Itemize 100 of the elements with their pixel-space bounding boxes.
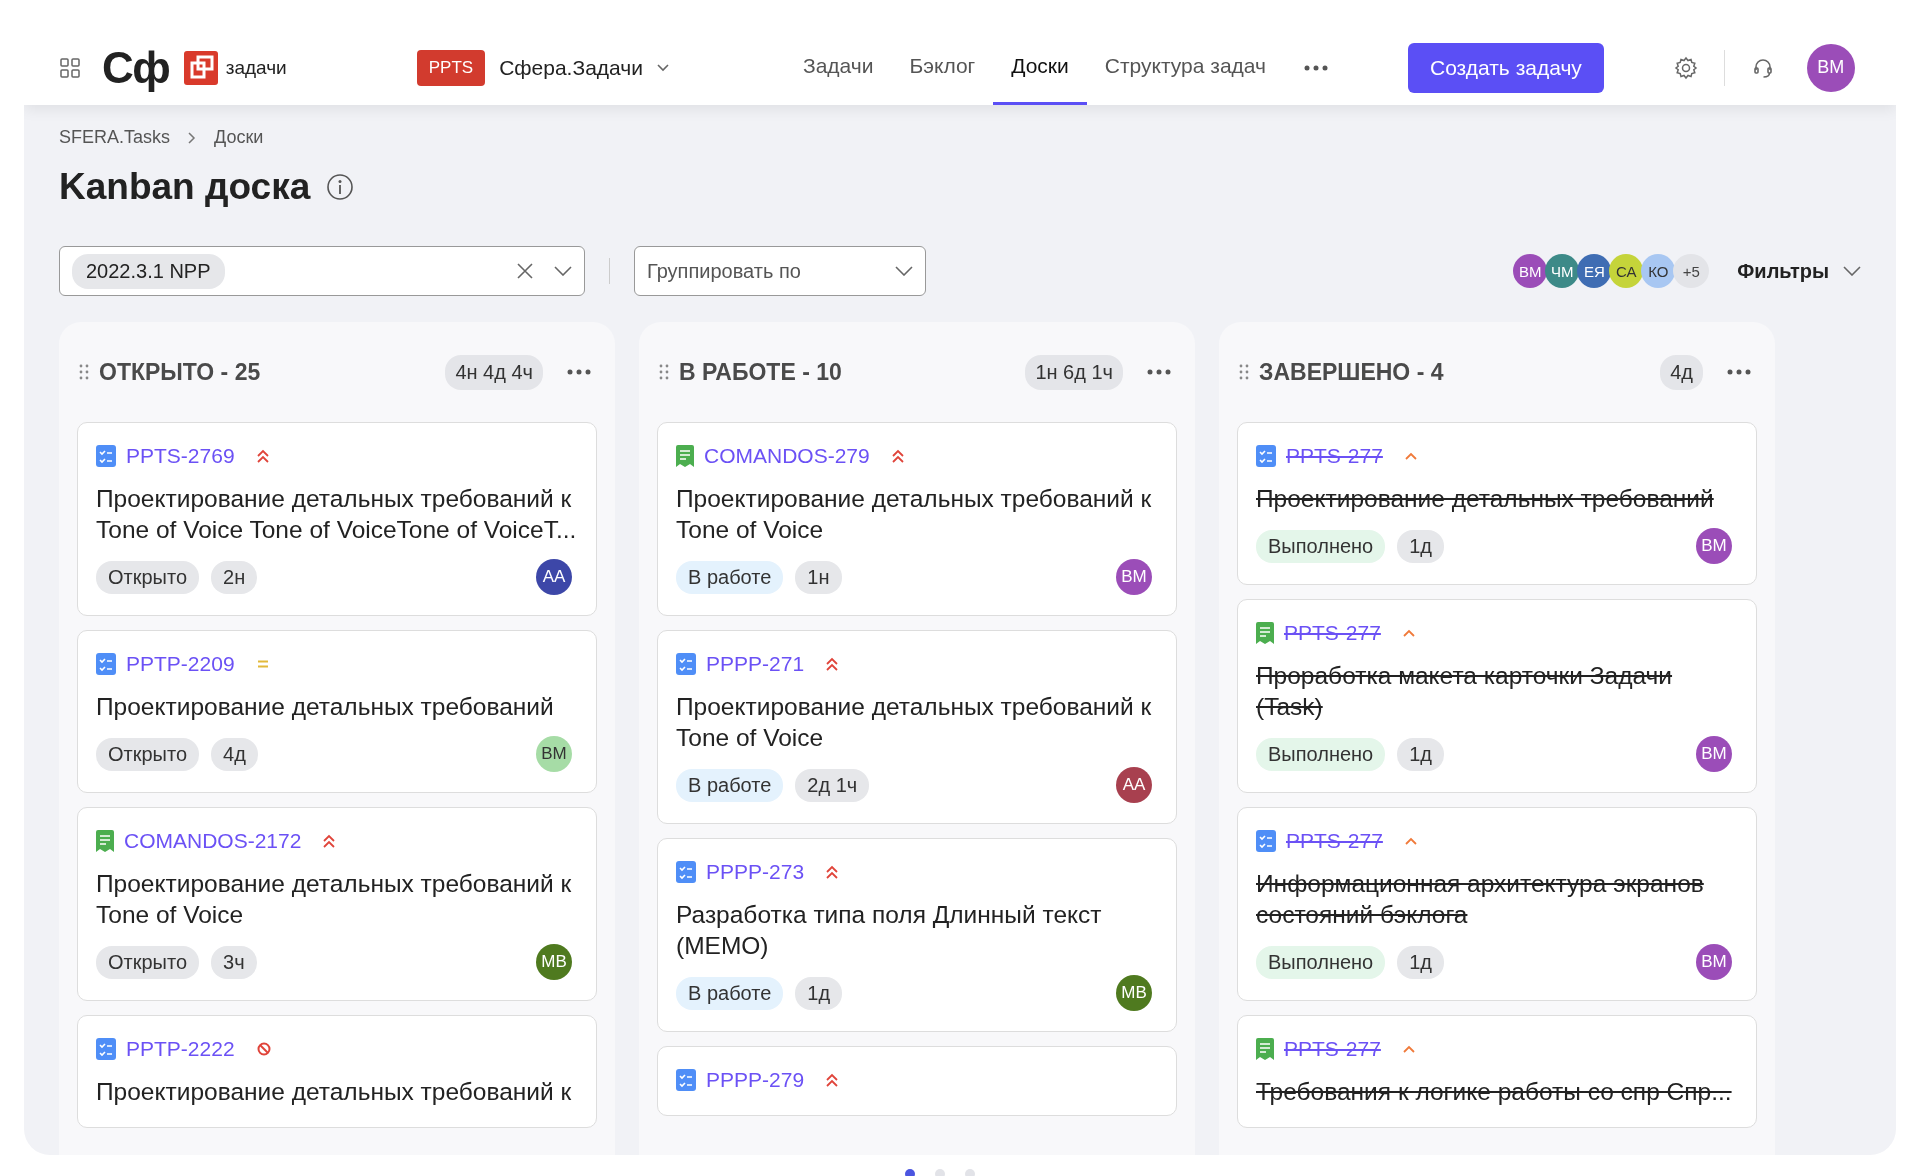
more-icon[interactable] xyxy=(1727,369,1751,375)
task-card[interactable]: PPTS-277 Требования к логике работы со спр Спр... xyxy=(1237,1015,1757,1128)
breadcrumb-link[interactable]: SFERA.Tasks xyxy=(59,127,171,148)
drag-handle-icon[interactable] xyxy=(1239,364,1249,380)
task-title: Проработка макета карточки Задачи (Task) xyxy=(1256,661,1674,722)
checklist-icon xyxy=(676,861,696,883)
blocked-icon xyxy=(256,1042,271,1056)
double-chevron-up-icon xyxy=(256,449,269,463)
more-icon[interactable] xyxy=(1304,64,1328,71)
task-title: Проектирование детальных требований к Tone of Voice xyxy=(676,484,1153,545)
double-chevron-up-icon xyxy=(826,657,839,671)
breadcrumb-current: Доски xyxy=(214,127,264,148)
task-key-link[interactable]: COMANDOS-2172 xyxy=(124,829,302,853)
column-total-time: 1н 6д 1ч xyxy=(1025,354,1123,390)
task-card[interactable]: PPPP-271 Проектирование детальных требований к Tone of Voice В работе 2д 1ч АА xyxy=(657,630,1177,824)
nav-tab[interactable]: Структура задач xyxy=(1086,30,1284,105)
assignee-avatar: ВМ xyxy=(1696,944,1732,980)
assignee-avatar[interactable]: СА xyxy=(1609,254,1644,288)
task-card[interactable]: PPTP-2209 Проектирование детальных требований Открыто 4д ВМ xyxy=(77,630,597,793)
task-key-link[interactable]: PPPP-279 xyxy=(706,1068,805,1092)
project-selector[interactable]: Сфера.Задачи xyxy=(499,55,643,80)
assignee-avatar: АА xyxy=(1116,767,1152,803)
task-title: Информационная архитектура экранов состояний бэклога xyxy=(1256,869,1705,930)
assignee-avatar[interactable]: ВМ xyxy=(1513,254,1548,288)
estimate-tag: 3ч xyxy=(211,945,257,979)
chevron-down-icon[interactable] xyxy=(554,266,572,276)
equals-icon xyxy=(256,660,269,668)
assignee-avatar[interactable]: ЕЯ xyxy=(1577,254,1612,288)
status-tag: Открыто xyxy=(96,945,200,979)
task-title: Проектирование детальных требований к xyxy=(96,1077,573,1107)
apps-grid-icon[interactable] xyxy=(60,57,80,78)
assignee-avatar: ВМ xyxy=(1696,736,1732,772)
assignee-avatar: ВМ xyxy=(536,736,572,772)
task-card[interactable]: COMANDOS-279 Проектирование детальных требований к Tone of Voice В работе 1н ВМ xyxy=(657,422,1177,616)
more-icon[interactable] xyxy=(1147,369,1171,375)
task-key-link[interactable]: PPPP-273 xyxy=(706,860,805,884)
status-tag: В работе xyxy=(676,560,784,594)
double-chevron-up-icon xyxy=(891,449,904,463)
assignee-avatar[interactable]: КО xyxy=(1641,254,1676,288)
chevron-down-icon[interactable] xyxy=(1843,266,1861,276)
product-logo-icon xyxy=(183,50,218,85)
create-task-button[interactable]: Создать задачу xyxy=(1408,42,1604,93)
chevron-down-icon[interactable] xyxy=(656,63,669,72)
task-key-link[interactable]: PPTS-277 xyxy=(1284,621,1381,645)
estimate-tag: 1д xyxy=(1397,737,1445,771)
chevron-up-icon xyxy=(1404,452,1417,460)
task-card[interactable]: PPTS-2769 Проектирование детальных требований к Tone of Voice Tone of VoiceTone of VoiceT... Открыто 2н АА xyxy=(77,422,597,616)
task-card[interactable]: PPPP-273 Разработка типа поля Длинный текст (MEMO) В работе 1д МВ xyxy=(657,838,1177,1032)
task-title: Требования к логике работы со спр Спр... xyxy=(1256,1077,1733,1107)
page-dot[interactable] xyxy=(965,1169,975,1176)
group-by-select[interactable]: Группировать по xyxy=(634,246,926,296)
task-key-link[interactable]: PPTP-2222 xyxy=(126,1037,235,1061)
task-key-link[interactable]: PPTS-2769 xyxy=(126,444,235,468)
drag-handle-icon[interactable] xyxy=(659,364,669,380)
status-tag: В работе xyxy=(676,976,784,1010)
chevron-down-icon xyxy=(895,266,913,276)
drag-handle-icon[interactable] xyxy=(79,364,89,380)
task-card[interactable]: PPTS-277 Проектирование детальных требований Выполнено 1д ВМ xyxy=(1237,422,1757,585)
task-card[interactable]: PPPP-279 xyxy=(657,1046,1177,1116)
task-title: Проектирование детальных требований к Tone of Voice Tone of VoiceTone of VoiceT... xyxy=(96,484,578,545)
document-icon xyxy=(1256,622,1274,644)
settings-icon[interactable] xyxy=(1673,55,1698,80)
more-icon[interactable] xyxy=(567,369,591,375)
column-total-time: 4н 4д 4ч xyxy=(445,354,543,390)
nav-tab[interactable]: Доски xyxy=(993,30,1087,105)
task-key-link[interactable]: PPTP-2209 xyxy=(126,652,235,676)
info-icon[interactable] xyxy=(326,173,355,201)
document-icon xyxy=(1256,1038,1274,1060)
assignee-avatar[interactable]: ЧМ xyxy=(1545,254,1580,288)
release-select[interactable]: 2022.3.1 NPP xyxy=(59,246,585,296)
task-key-link[interactable]: PPTS-277 xyxy=(1286,444,1383,468)
assignee-avatar: ВМ xyxy=(1696,528,1732,564)
page-dot[interactable] xyxy=(905,1169,915,1176)
user-avatar[interactable]: ВМ xyxy=(1806,43,1855,92)
page-title: Kanban доска xyxy=(59,166,311,208)
task-key-link[interactable]: PPPP-271 xyxy=(706,652,805,676)
task-card[interactable]: PPTS-277 Информационная архитектура экранов состояний бэклога Выполнено 1д ВМ xyxy=(1237,807,1757,1001)
clear-icon[interactable] xyxy=(516,262,534,280)
page-dot[interactable] xyxy=(935,1169,945,1176)
more-assignees[interactable]: +5 xyxy=(1673,254,1710,288)
task-card[interactable]: PPTP-2222 Проектирование детальных требований к xyxy=(77,1015,597,1128)
nav-tab[interactable]: Бэклог xyxy=(891,30,994,105)
task-key-link[interactable]: COMANDOS-279 xyxy=(704,444,870,468)
chevron-up-icon xyxy=(1402,629,1415,637)
checklist-icon xyxy=(1256,830,1276,852)
filters-button[interactable]: Фильтры xyxy=(1737,259,1829,283)
release-chip[interactable]: 2022.3.1 NPP xyxy=(72,253,225,289)
product-name: задачи xyxy=(225,56,287,79)
checklist-icon xyxy=(676,1069,696,1091)
assignee-avatar: АА xyxy=(536,559,572,595)
estimate-tag: 2н xyxy=(211,560,258,594)
task-card[interactable]: COMANDOS-2172 Проектирование детальных требований к Tone of Voice Открыто 3ч МВ xyxy=(77,807,597,1001)
estimate-tag: 1д xyxy=(1397,945,1445,979)
column-title: ОТКРЫТО - 25 xyxy=(99,358,261,386)
logo[interactable]: Сф xyxy=(102,42,170,93)
nav-tab[interactable]: Задачи xyxy=(784,30,892,105)
checklist-icon xyxy=(676,653,696,675)
task-key-link[interactable]: PPTS-277 xyxy=(1284,1037,1381,1061)
task-card[interactable]: PPTS-277 Проработка макета карточки Задачи (Task) Выполнено 1д ВМ xyxy=(1237,599,1757,793)
task-key-link[interactable]: PPTS-277 xyxy=(1286,829,1383,853)
